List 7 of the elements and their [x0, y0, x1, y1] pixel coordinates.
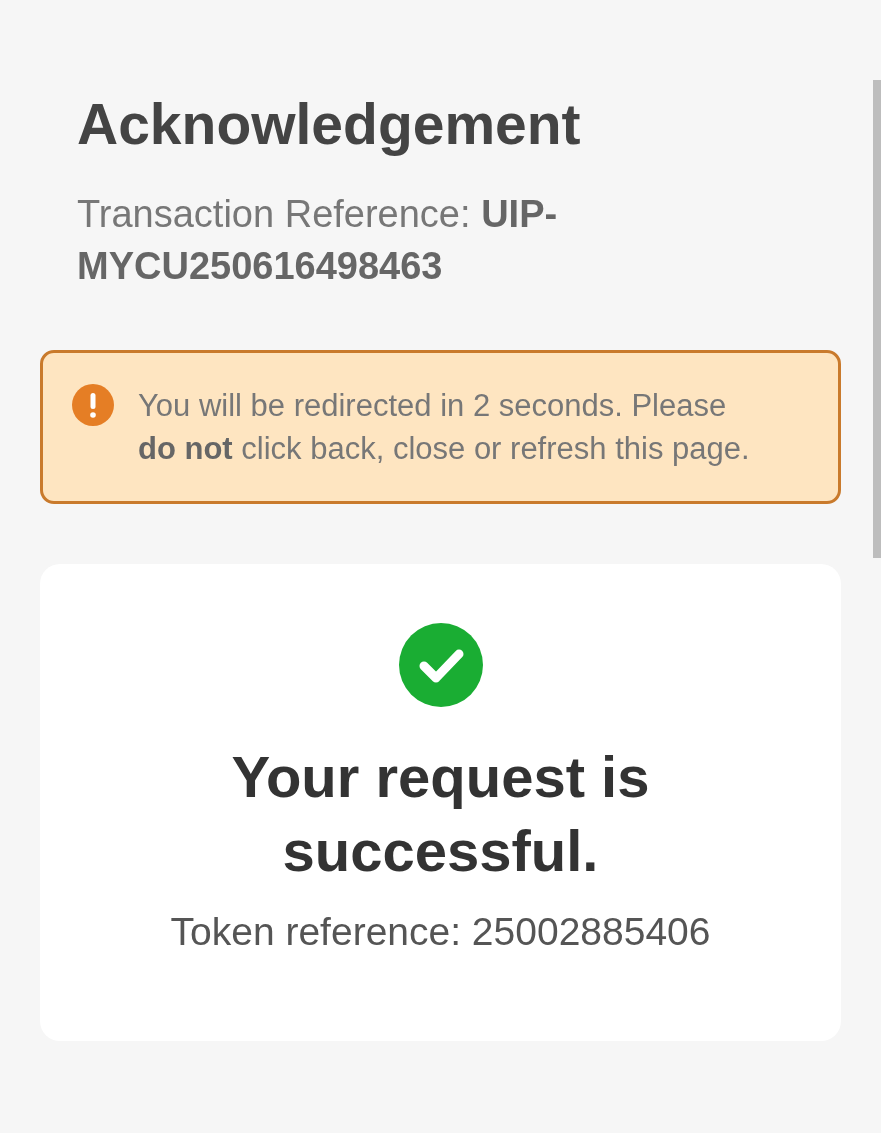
token-reference: Token reference: 25002885406: [170, 909, 711, 955]
scrollbar-thumb[interactable]: [873, 80, 881, 558]
redirect-message: You will be redirected in 2 seconds. Please do not click back, close or refresh this page.: [138, 387, 751, 468]
result-heading: Your request is successful.: [230, 743, 651, 885]
exclamation-circle-icon: [72, 384, 114, 426]
transaction-reference: Transaction Reference: UIP-MYCU250616498463: [77, 192, 559, 289]
page-title: Acknowledgement: [77, 91, 581, 158]
